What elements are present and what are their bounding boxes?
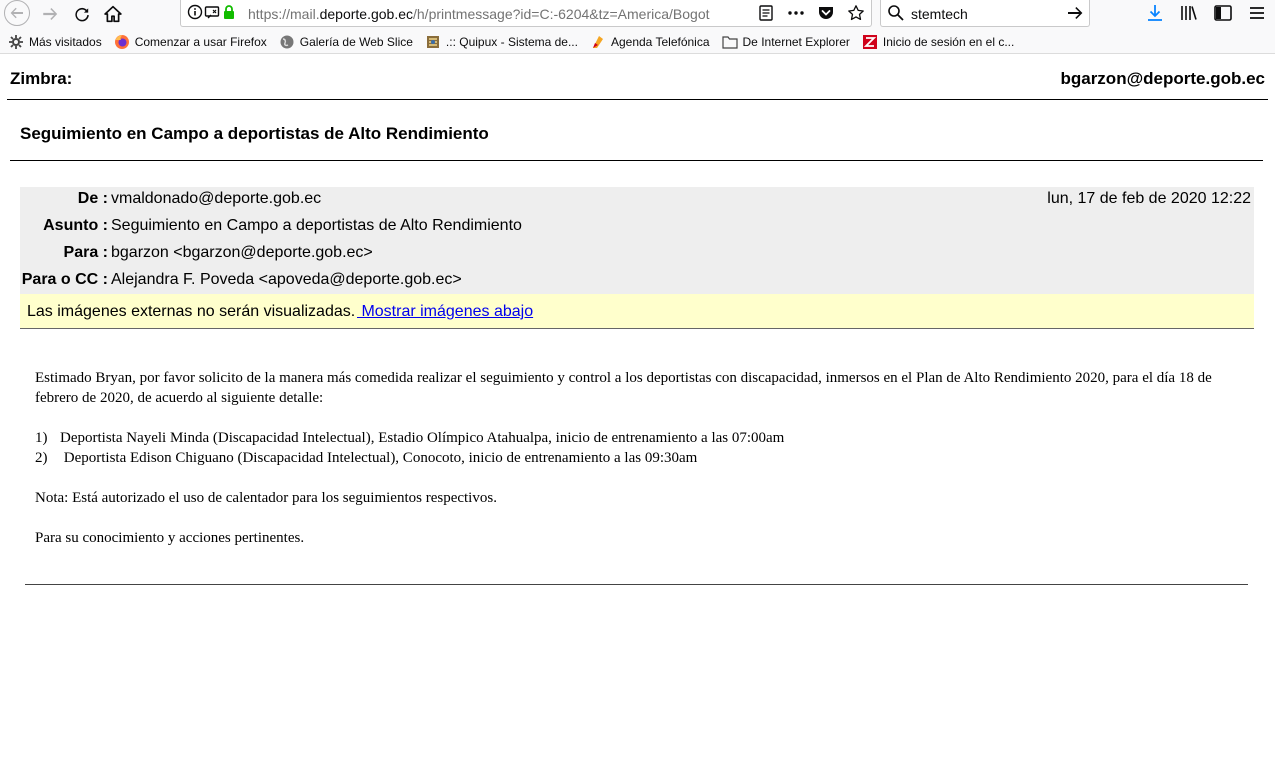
agenda-icon bbox=[590, 34, 606, 50]
notice-text: Las imágenes externas no serán visualiza… bbox=[27, 303, 356, 320]
sidebar-icon[interactable] bbox=[1213, 3, 1233, 28]
globe-icon bbox=[279, 34, 295, 50]
reload-icon[interactable] bbox=[68, 1, 96, 27]
info-icon[interactable] bbox=[187, 4, 203, 25]
back-arrow-icon[interactable] bbox=[4, 0, 30, 26]
search-go-icon[interactable] bbox=[1066, 4, 1084, 27]
lock-icon[interactable] bbox=[221, 4, 237, 25]
subject-row: Asunto : Seguimiento en Campo a deportis… bbox=[20, 214, 1254, 241]
show-images-link[interactable]: Mostrar imágenes abajo bbox=[357, 303, 533, 321]
account-email: bgarzon@deporte.gob.ec bbox=[1060, 69, 1265, 88]
cc-value: Alejandra F. Poveda <apoveda@deporte.gob… bbox=[111, 271, 462, 288]
more-actions-icon[interactable] bbox=[787, 4, 805, 27]
forward-arrow-icon[interactable] bbox=[36, 1, 64, 27]
subject-label: Asunto : bbox=[43, 217, 108, 234]
pocket-icon[interactable] bbox=[817, 4, 835, 27]
bookmark-web-slice[interactable]: Galería de Web Slice bbox=[279, 34, 413, 50]
from-value: vmaldonado@deporte.gob.ec bbox=[111, 190, 322, 207]
to-row: Para : bgarzon <bgarzon@deporte.gob.ec> bbox=[20, 241, 1254, 268]
reader-view-icon[interactable] bbox=[757, 4, 775, 27]
divider bbox=[7, 99, 1268, 100]
quipux-icon bbox=[425, 34, 441, 50]
download-icon[interactable] bbox=[1145, 3, 1165, 28]
list-item: 2) Deportista Edison Chiguano (Discapaci… bbox=[35, 450, 698, 466]
bookmarks-toolbar: Más visitados Comenzar a usar Firefox Ga… bbox=[0, 30, 1275, 54]
from-label: De : bbox=[77, 190, 108, 207]
firefox-icon bbox=[114, 34, 130, 50]
folder-icon bbox=[721, 34, 738, 50]
search-icon bbox=[887, 4, 905, 27]
from-row: De : vmaldonado@deporte.gob.ec lun, 17 d… bbox=[20, 187, 1254, 214]
cc-label: Para o CC : bbox=[21, 271, 108, 288]
bookmark-most-visited[interactable]: Más visitados bbox=[8, 34, 102, 50]
cc-row: Para o CC : Alejandra F. Poveda <apoveda… bbox=[20, 268, 1254, 295]
bookmark-star-icon[interactable] bbox=[847, 4, 865, 27]
permissions-icon[interactable] bbox=[204, 4, 220, 25]
message-body: Estimado Bryan, por favor solicito de la… bbox=[35, 368, 1250, 548]
home-icon[interactable] bbox=[99, 1, 127, 27]
message-date: lun, 17 de feb de 2020 12:22 bbox=[1047, 190, 1251, 207]
bookmark-agenda[interactable]: Agenda Telefónica bbox=[590, 34, 710, 50]
subject-value: Seguimiento en Campo a deportistas de Al… bbox=[111, 217, 522, 234]
bookmark-quipux[interactable]: .:: Quipux - Sistema de... bbox=[425, 34, 578, 50]
browser-toolbar: https://mail.deporte.gob.ec/h/printmessa… bbox=[0, 0, 1275, 30]
body-closing: Para su conocimiento y acciones pertinen… bbox=[35, 530, 305, 546]
bookmark-folder-ie[interactable]: De Internet Explorer bbox=[721, 34, 850, 50]
body-note: Nota: Está autorizado el uso de calentad… bbox=[35, 490, 497, 506]
app-label: Zimbra: bbox=[10, 69, 73, 88]
body-intro: Estimado Bryan, por favor solicito de la… bbox=[35, 370, 1212, 406]
to-value: bgarzon <bgarzon@deporte.gob.ec> bbox=[111, 244, 373, 261]
list-item: 1) Deportista Nayeli Minda (Discapacidad … bbox=[35, 430, 785, 446]
library-icon[interactable] bbox=[1179, 3, 1199, 28]
url-bar[interactable]: https://mail.deporte.gob.ec/h/printmessa… bbox=[180, 0, 872, 27]
divider bbox=[25, 584, 1248, 585]
page-title: Seguimiento en Campo a deportistas de Al… bbox=[20, 124, 489, 143]
gear-icon bbox=[8, 34, 24, 50]
bookmark-zimbra-login[interactable]: Inicio de sesión en el c... bbox=[862, 34, 1014, 50]
to-label: Para : bbox=[63, 244, 108, 261]
search-input[interactable]: stemtech bbox=[911, 6, 968, 22]
external-images-notice: Las imágenes externas no serán visualiza… bbox=[20, 294, 1254, 329]
url-text[interactable]: https://mail.deporte.gob.ec/h/printmessa… bbox=[248, 6, 716, 22]
zimbra-icon bbox=[862, 34, 878, 50]
divider bbox=[10, 160, 1263, 161]
search-bar[interactable]: stemtech bbox=[880, 0, 1090, 27]
message-header: De : vmaldonado@deporte.gob.ec lun, 17 d… bbox=[20, 187, 1254, 294]
bookmark-getting-started[interactable]: Comenzar a usar Firefox bbox=[114, 34, 267, 50]
hamburger-menu-icon[interactable] bbox=[1247, 3, 1267, 28]
